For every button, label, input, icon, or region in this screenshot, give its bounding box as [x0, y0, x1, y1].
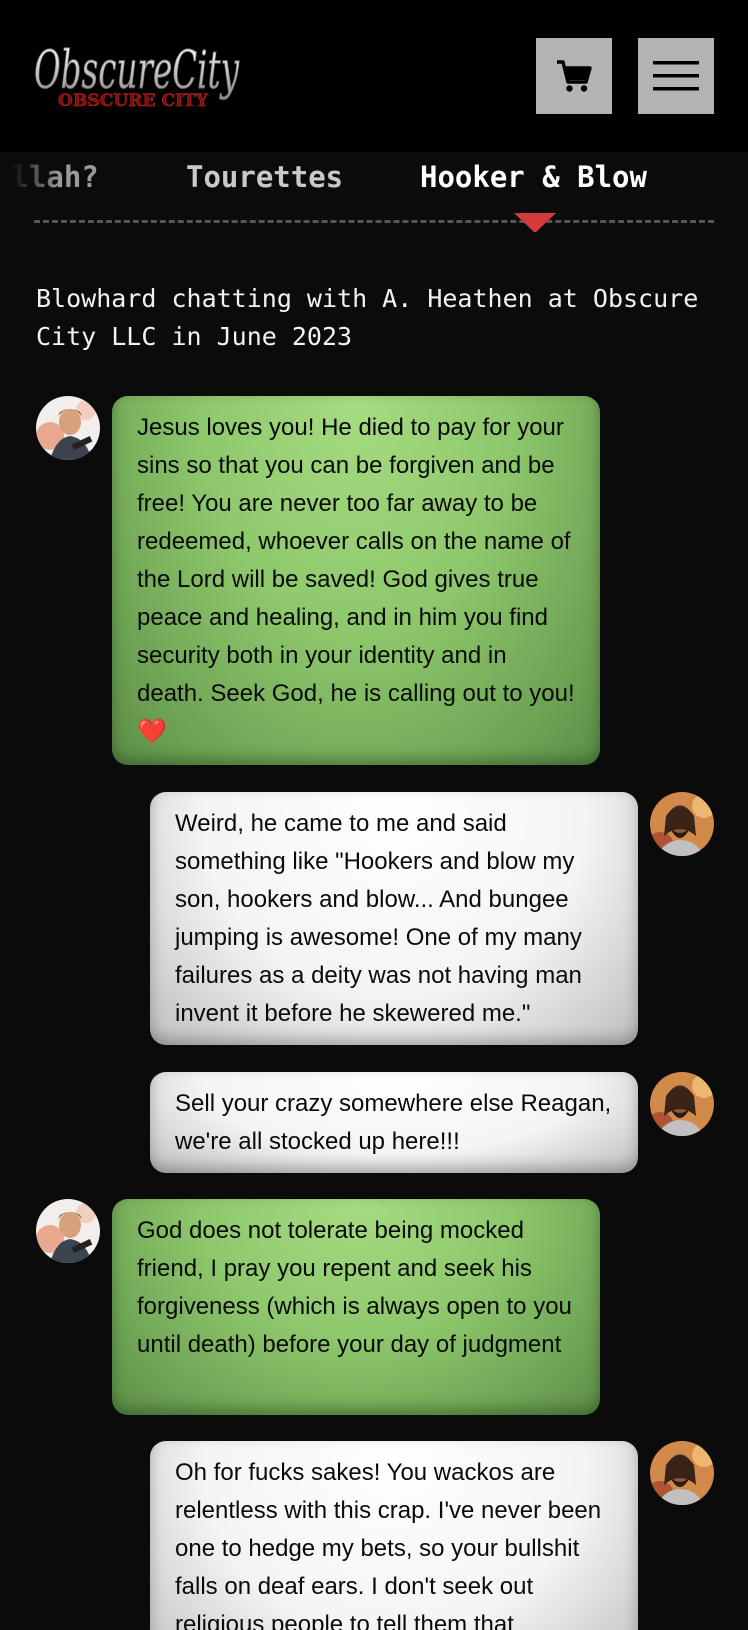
cart-button[interactable]	[536, 38, 612, 114]
active-tab-indicator	[514, 213, 556, 232]
message-text: Sell your crazy somewhere else Reagan, w…	[175, 1090, 612, 1155]
tab-fade-left	[0, 152, 60, 212]
message-bubble: God does not tolerate being mocked frien…	[112, 1199, 600, 1415]
message-text: Jesus loves you! He died to pay for your…	[137, 414, 575, 707]
message-text: Weird, he came to me and said something …	[175, 810, 582, 1027]
message-bubble: Oh for fucks sakes! You wackos are relen…	[150, 1441, 638, 1630]
tab-divider	[34, 220, 714, 223]
message-bubble: Weird, he came to me and said something …	[150, 792, 638, 1045]
story-tabs: Allah? Tourettes Hooker & Blow	[0, 152, 748, 232]
menu-button[interactable]	[638, 38, 714, 114]
site-header: ObscureCity OBSCURE CITY	[0, 0, 748, 152]
tab-hooker-and-blow[interactable]: Hooker & Blow	[420, 160, 647, 194]
tab-fade-right	[658, 152, 748, 212]
avatar-heathen	[650, 1072, 714, 1136]
heart-icon: ❤️	[137, 718, 167, 745]
svg-text:OBSCURE CITY: OBSCURE CITY	[58, 91, 209, 111]
hamburger-menu-icon	[653, 61, 699, 91]
message-bubble: Jesus loves you! He died to pay for your…	[112, 396, 600, 765]
site-logo[interactable]: ObscureCity OBSCURE CITY	[34, 36, 244, 116]
message-text: Oh for fucks sakes! You wackos are relen…	[175, 1459, 602, 1630]
message-bubble: Sell your crazy somewhere else Reagan, w…	[150, 1072, 638, 1173]
logo-graphic: ObscureCity OBSCURE CITY	[34, 41, 240, 112]
avatar-blowhard	[36, 1199, 100, 1263]
chat-subtitle: Blowhard chatting with A. Heathen at Obs…	[36, 284, 699, 351]
tab-tourettes[interactable]: Tourettes	[186, 160, 343, 194]
avatar-heathen	[650, 1441, 714, 1505]
avatar-blowhard	[36, 396, 100, 460]
avatar-heathen	[650, 792, 714, 856]
message-text: God does not tolerate being mocked frien…	[137, 1217, 572, 1358]
shopping-cart-icon	[557, 60, 592, 92]
